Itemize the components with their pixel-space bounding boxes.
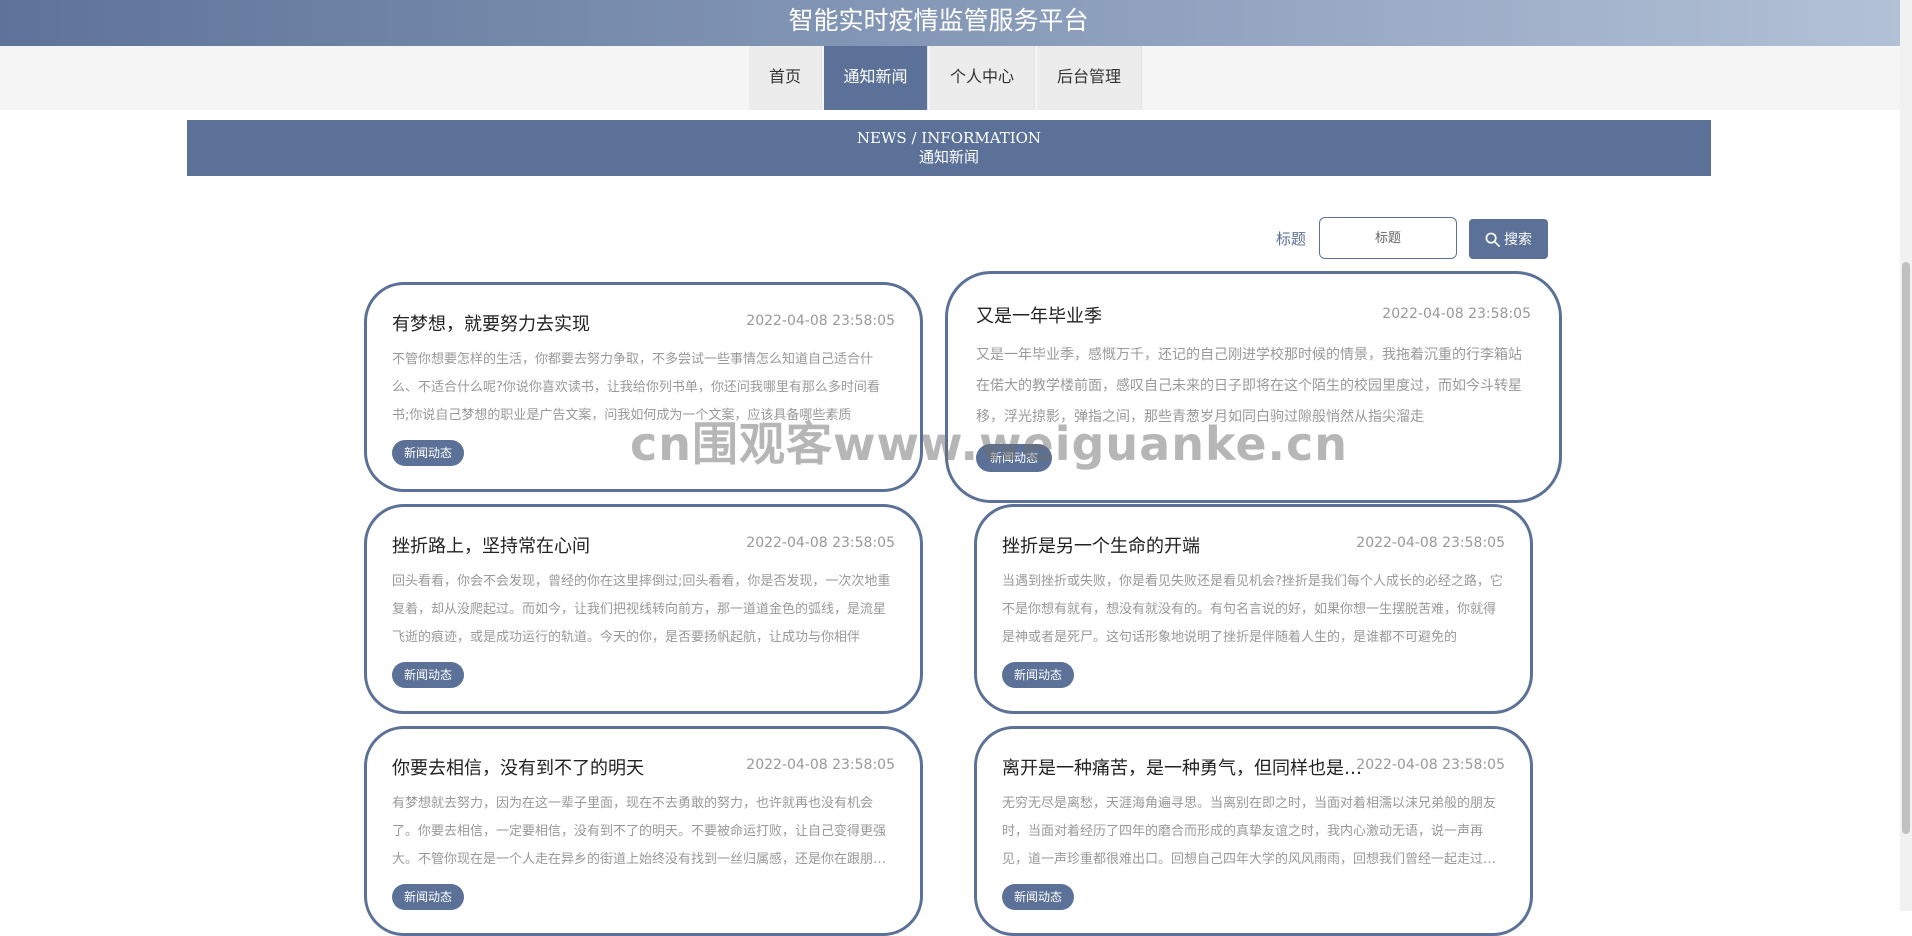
search-input[interactable]	[1319, 217, 1457, 259]
news-summary: 当遇到挫折或失败，你是看见失败还是看见机会?挫折是我们每个人成长的必经之路，它不…	[1002, 574, 1503, 645]
news-date: 2022-04-08 23:58:05	[746, 313, 895, 329]
nav-news[interactable]: 通知新闻	[824, 46, 928, 110]
news-tag[interactable]: 新闻动态	[1002, 662, 1075, 688]
search-label: 标题	[1276, 230, 1307, 248]
nav-personal-center[interactable]: 个人中心	[930, 46, 1035, 110]
main-nav: 首页 通知新闻 个人中心 后台管理	[0, 46, 1900, 110]
news-tag[interactable]: 新闻动态	[1002, 884, 1075, 910]
news-date: 2022-04-08 23:58:05	[1356, 757, 1505, 773]
news-title: 离开是一种痛苦，是一种勇气，但同样也是一个考验	[1002, 758, 1362, 779]
news-card[interactable]: 挫折是另一个生命的开端 2022-04-08 23:58:05 当遇到挫折或失败…	[974, 504, 1533, 714]
news-title: 挫折路上，坚持常在心间	[392, 536, 590, 557]
news-date: 2022-04-08 23:58:05	[746, 757, 895, 773]
search-button[interactable]: 搜索	[1469, 219, 1548, 259]
nav-home[interactable]: 首页	[749, 46, 822, 110]
news-tag[interactable]: 新闻动态	[392, 884, 465, 910]
news-title: 挫折是另一个生命的开端	[1002, 536, 1200, 557]
news-card[interactable]: 你要去相信，没有到不了的明天 2022-04-08 23:58:05 有梦想就去…	[364, 726, 923, 936]
banner-title-en: NEWS / INFORMATION	[856, 129, 1042, 147]
news-summary: 有梦想就去努力，因为在这一辈子里面，现在不去勇敢的努力，也许就再也没有机会了。你…	[392, 796, 887, 867]
watermark: cn围观客www.weiguanke.cn	[630, 417, 1349, 471]
banner-title-cn: 通知新闻	[918, 148, 979, 166]
search-icon	[1485, 232, 1500, 247]
news-banner: NEWS / INFORMATION 通知新闻	[187, 120, 1711, 176]
news-summary: 回头看看，你会不会发现，曾经的你在这里摔倒过;回头看看，你是否发现，一次次地重复…	[392, 574, 891, 645]
news-title: 有梦想，就要努力去实现	[392, 314, 590, 335]
top-header: 智能实时疫情监管服务平台	[0, 0, 1900, 46]
news-title: 你要去相信，没有到不了的明天	[392, 758, 644, 779]
scrollbar-thumb[interactable]	[1902, 262, 1910, 834]
news-title: 又是一年毕业季	[976, 306, 1102, 327]
news-card[interactable]: 离开是一种痛苦，是一种勇气，但同样也是一个考验 2022-04-08 23:58…	[974, 726, 1533, 936]
nav-admin[interactable]: 后台管理	[1037, 46, 1142, 110]
search-button-label: 搜索	[1504, 232, 1532, 248]
news-date: 2022-04-08 23:58:05	[746, 535, 895, 551]
news-card[interactable]: 挫折路上，坚持常在心间 2022-04-08 23:58:05 回头看看，你会不…	[364, 504, 923, 714]
news-date: 2022-04-08 23:58:05	[1356, 535, 1505, 551]
news-summary: 无穷无尽是离愁，天涯海角遍寻思。当离别在即之时，当面对着相濡以沫兄弟般的朋友时，…	[1002, 796, 1497, 867]
news-tag[interactable]: 新闻动态	[392, 662, 465, 688]
news-date: 2022-04-08 23:58:05	[1382, 306, 1531, 322]
news-tag[interactable]: 新闻动态	[392, 440, 465, 466]
site-title: 智能实时疫情监管服务平台	[788, 6, 1089, 35]
